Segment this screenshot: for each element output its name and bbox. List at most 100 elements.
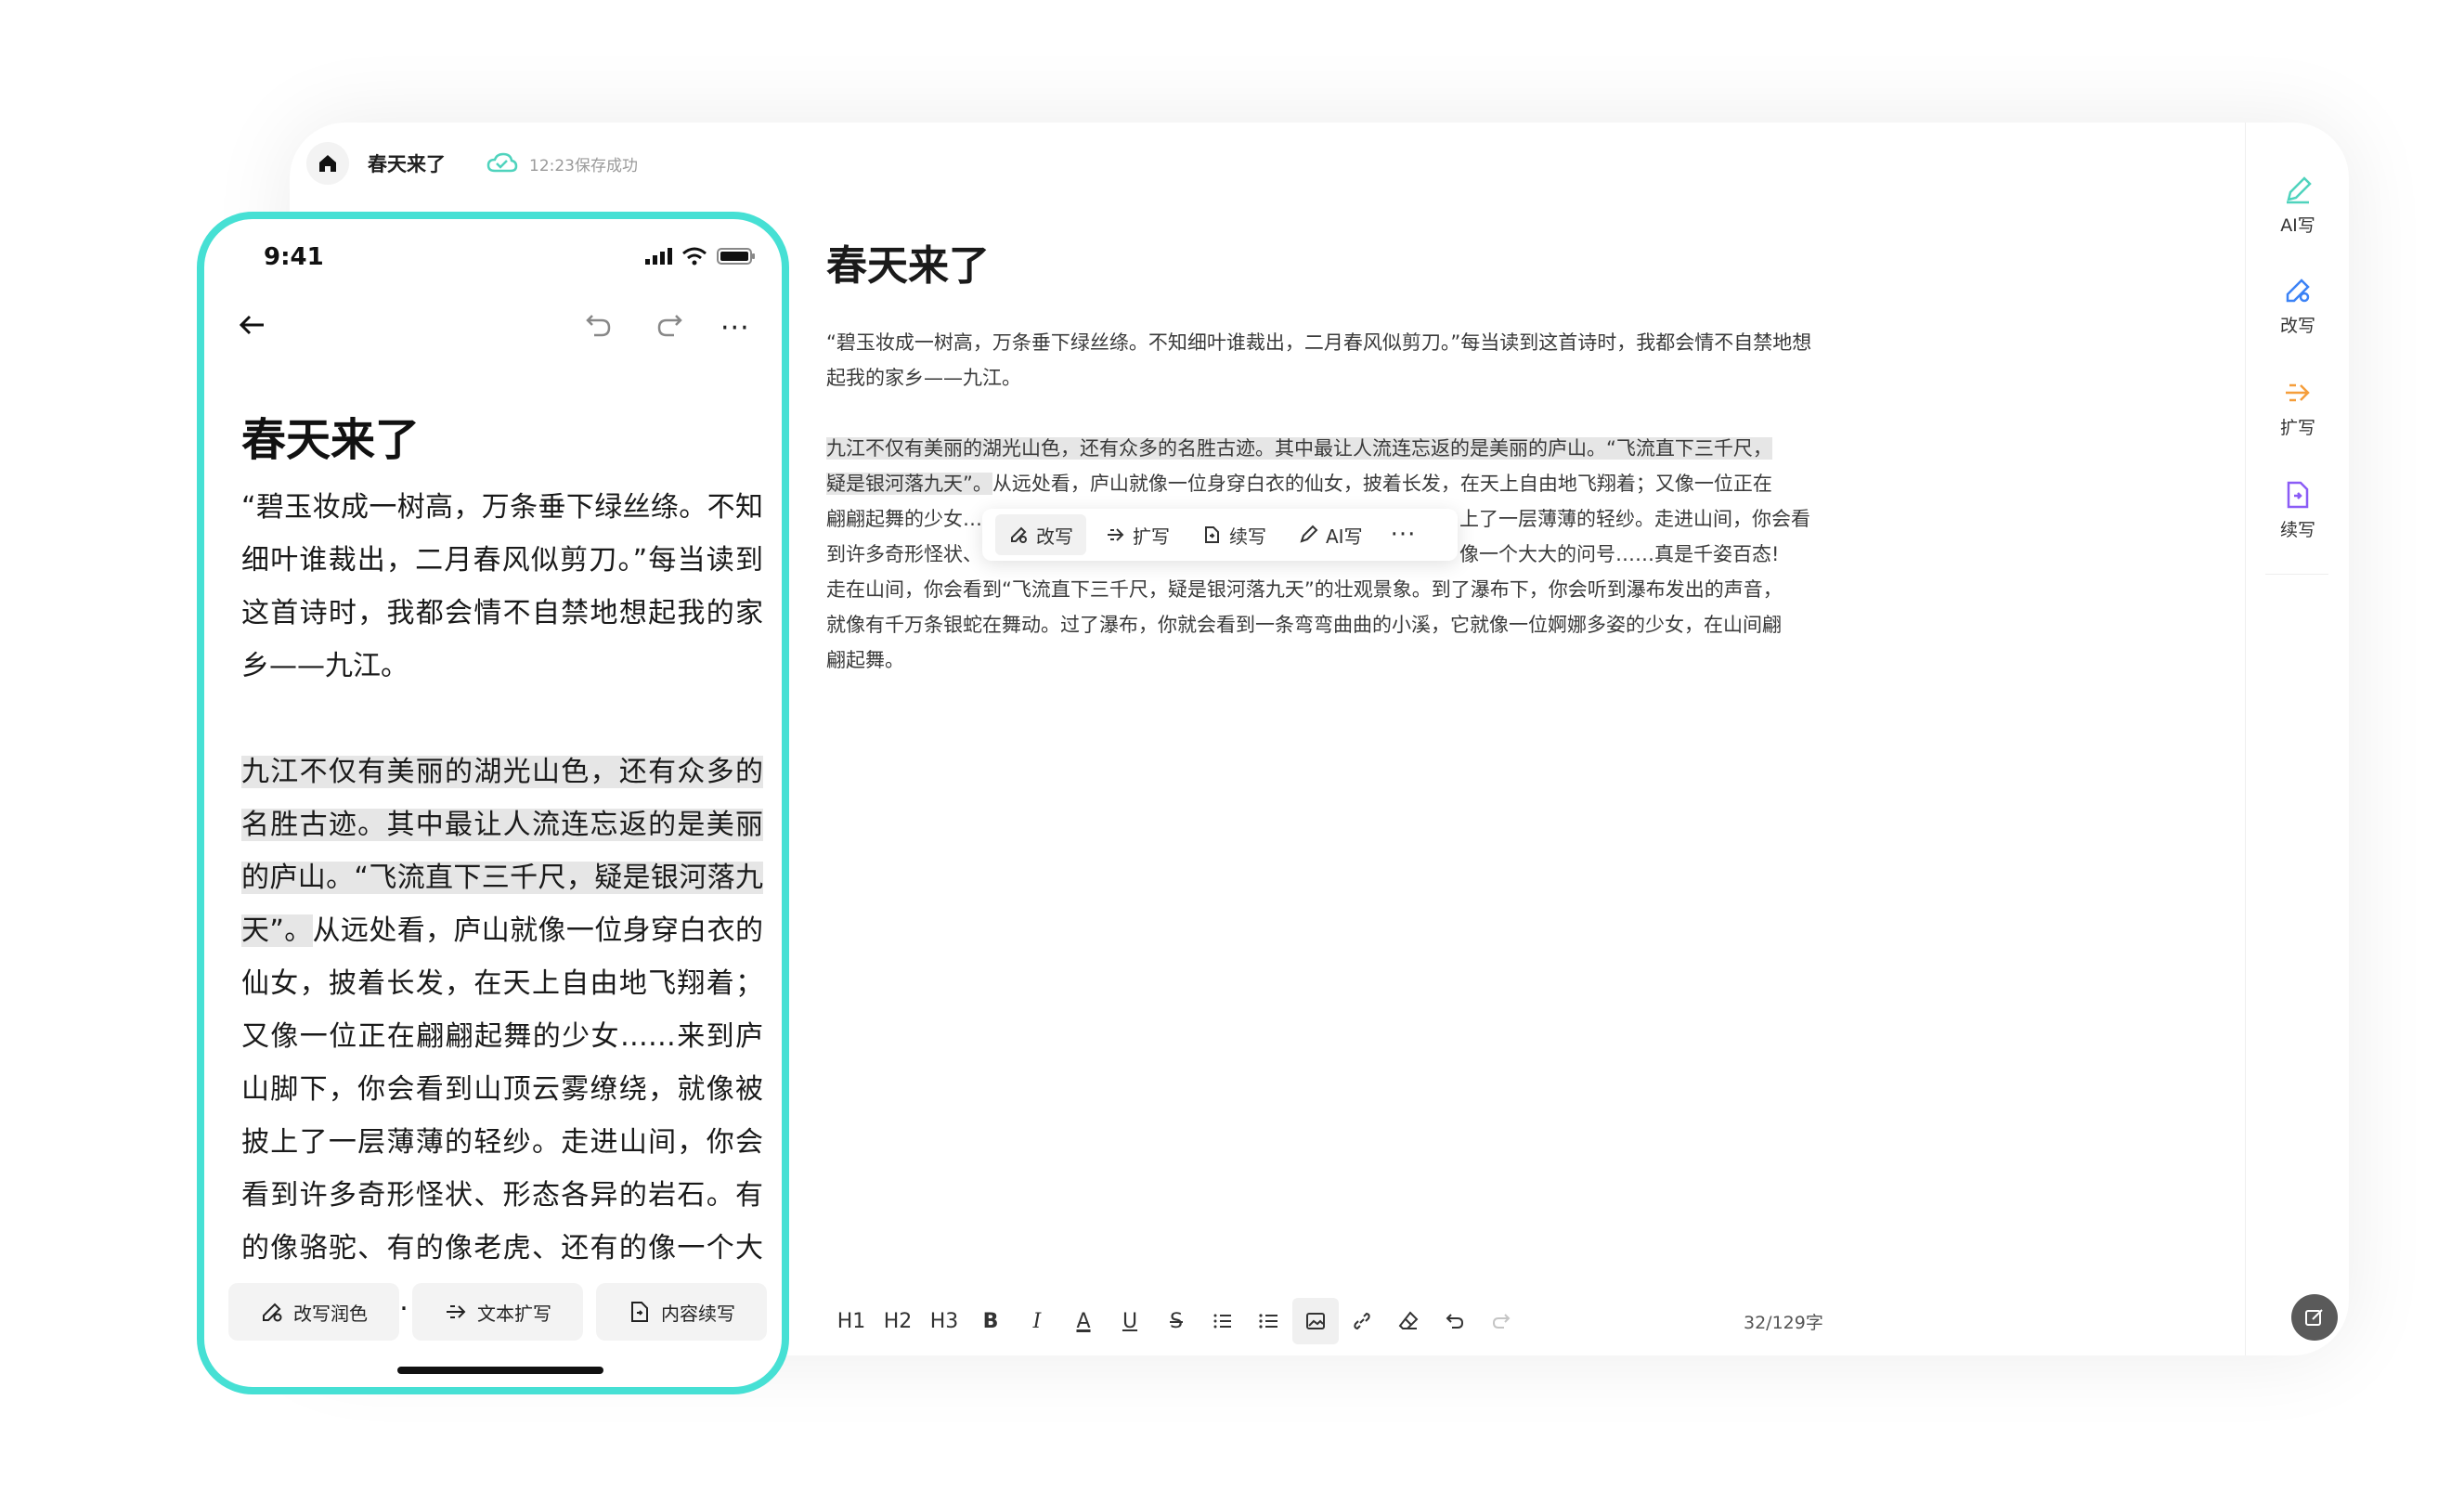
continue-icon xyxy=(631,1302,648,1322)
redo-icon[interactable] xyxy=(654,310,685,342)
selected-text: 疑是银河落九天”。 xyxy=(826,473,992,495)
expand-label: 扩写 xyxy=(2279,418,2315,438)
selection-toolbar: 改写 扩写 续写 AI写 ··· xyxy=(982,509,1458,561)
continue-tool[interactable]: 续写 xyxy=(2246,479,2350,541)
text-expand-label: 文本扩写 xyxy=(477,1302,551,1325)
text-span: 到许多奇形怪状、 xyxy=(826,543,982,565)
content-continue-button[interactable]: 内容续写 xyxy=(596,1283,767,1341)
eraser-icon xyxy=(1398,1311,1419,1329)
bold-button[interactable]: B xyxy=(967,1298,1014,1344)
polish-button[interactable]: 改写润色 xyxy=(228,1283,399,1341)
paragraph-line: 疑是银河落九天”。从远处看，庐山就像一位身穿白衣的仙女，披着长发，在天上自由地飞… xyxy=(826,466,1824,501)
text-span: 上了一层薄薄的轻纱。走进山间，你会看 xyxy=(1459,508,1810,530)
more-icon[interactable]: ··· xyxy=(720,312,750,344)
underline-button[interactable]: U xyxy=(1107,1298,1153,1344)
content-continue-label: 内容续写 xyxy=(661,1302,735,1325)
status-icons xyxy=(644,247,756,266)
undo-button[interactable] xyxy=(1432,1298,1478,1344)
text-span: 从远处看，庐山就像一位身穿白衣的仙女，披着长发，在天上自由地飞翔着；又像一位正在 xyxy=(992,473,1772,495)
paragraph-line: 走在山间，你会看到“飞流直下三千尺，疑是银河落九天”的壮观景象。到了瀑布下，你会… xyxy=(826,578,1783,601)
editor-heading[interactable]: 春天来了 xyxy=(826,232,990,292)
wifi-icon xyxy=(682,247,707,266)
battery-icon xyxy=(717,248,755,265)
expand-icon xyxy=(1108,528,1124,541)
cloud-icon xyxy=(486,152,518,175)
bullet-list-icon xyxy=(1259,1314,1277,1329)
rewrite-icon xyxy=(1011,526,1027,543)
paragraph: “碧玉妆成一树高，万条垂下绿丝绦。不知细叶谁裁出，二月春风似剪刀。”每当读到这首… xyxy=(241,491,763,682)
save-status: 12:23保存成功 xyxy=(529,156,638,175)
ordered-list-button[interactable] xyxy=(1200,1298,1246,1344)
home-icon xyxy=(319,155,336,172)
paragraph-line: 翩起舞。 xyxy=(826,649,904,671)
text-span: 从远处看，庐山就像一位身穿白衣的仙女，披着长发，在天上自由地飞翔着；又像一位正在… xyxy=(241,914,764,1317)
phone-ai-actions: 改写润色 文本扩写 内容续写 xyxy=(228,1283,767,1341)
edit-icon xyxy=(2305,1309,2323,1326)
continue-icon xyxy=(1205,526,1219,543)
text-span: 像一个大大的问号……真是千姿百态! xyxy=(1459,543,1780,565)
undo-icon[interactable] xyxy=(583,310,615,342)
polish-label: 改写润色 xyxy=(293,1302,368,1325)
continue-icon xyxy=(2287,481,2309,509)
eraser-button[interactable] xyxy=(1385,1298,1432,1344)
link-button[interactable] xyxy=(1339,1298,1385,1344)
word-count: 32/129字 xyxy=(1744,1313,1823,1333)
home-button[interactable] xyxy=(306,142,349,185)
rewrite-label: 改写 xyxy=(2279,316,2315,336)
ai-pen-icon xyxy=(1300,525,1318,543)
paragraph-line: 九江不仅有美丽的湖光山色，还有众多的名胜古迹。其中最让人流连忘返的是美丽的庐山。… xyxy=(826,431,1824,466)
ordered-list-icon xyxy=(1213,1314,1231,1329)
expand-tool[interactable]: 扩写 xyxy=(2246,377,2350,439)
ai-write-tool[interactable]: AI写 xyxy=(2246,175,2350,237)
continue-button[interactable]: 续写 xyxy=(1188,514,1279,555)
status-time: 9:41 xyxy=(264,243,324,271)
expand-icon xyxy=(447,1305,466,1318)
signal-icon xyxy=(645,248,672,265)
image-icon xyxy=(1306,1313,1325,1329)
expand-label: 扩写 xyxy=(1133,525,1170,548)
phone-mockup: 9:41 ··· 春天来了 “碧玉妆成一树高，万条垂下绿丝绦。不知细叶谁裁出，二… xyxy=(197,212,789,1394)
image-button[interactable] xyxy=(1292,1298,1339,1344)
ai-write-label: AI写 xyxy=(2280,215,2315,236)
ai-write-button[interactable]: AI写 xyxy=(1285,514,1376,555)
selected-text: 九江不仅有美丽的湖光山色，还有众多的名胜古迹。其中最让人流连忘返的是美丽的庐山。… xyxy=(826,437,1772,460)
heading1-button[interactable]: H1 xyxy=(828,1298,875,1344)
heading2-button[interactable]: H2 xyxy=(875,1298,921,1344)
redo-icon xyxy=(1492,1314,1511,1329)
paragraph: 九江不仅有美丽的湖光山色，还有众多的名胜古迹。其中最让人流连忘返的是美丽的庐山。… xyxy=(241,746,763,1328)
paragraph-line: 就像有千万条银蛇在舞动。过了瀑布，你就会看到一条弯弯曲曲的小溪，它就像一位婀娜多… xyxy=(826,614,1782,636)
rewrite-button[interactable]: 改写 xyxy=(995,514,1086,555)
strikethrough-button[interactable]: S xyxy=(1153,1298,1200,1344)
ai-pen-icon xyxy=(2287,176,2312,204)
continue-label: 续写 xyxy=(1229,525,1266,548)
text-span: 翩翩起舞的少女… xyxy=(826,508,982,530)
expand-icon xyxy=(2286,383,2310,402)
rewrite-tool[interactable]: 改写 xyxy=(2246,275,2350,337)
phone-doc-title: 春天来了 xyxy=(241,414,421,466)
text-color-button[interactable]: A xyxy=(1060,1298,1107,1344)
italic-button[interactable]: I xyxy=(1014,1298,1060,1344)
paragraph: “碧玉妆成一树高，万条垂下绿丝绦。不知细叶谁裁出，二月春风似剪刀。”每当读到这首… xyxy=(826,331,1812,389)
editor-content[interactable]: “碧玉妆成一树高，万条垂下绿丝绦。不知细叶谁裁出，二月春风似剪刀。”每当读到这首… xyxy=(826,325,1824,678)
panel-divider xyxy=(2265,574,2328,575)
document-title: 春天来了 xyxy=(368,153,446,175)
edit-fab-button[interactable] xyxy=(2291,1294,2338,1341)
link-icon xyxy=(1354,1312,1370,1330)
rewrite-icon xyxy=(2286,279,2310,303)
ai-write-label: AI写 xyxy=(1326,525,1363,548)
back-arrow-icon[interactable] xyxy=(236,308,269,342)
undo-icon xyxy=(1446,1314,1464,1329)
rewrite-icon xyxy=(263,1303,282,1322)
expand-button[interactable]: 扩写 xyxy=(1092,514,1183,555)
phone-doc-content[interactable]: “碧玉妆成一树高，万条垂下绿丝绦。不知细叶谁裁出，二月春风似剪刀。”每当读到这首… xyxy=(241,481,763,1328)
rewrite-label: 改写 xyxy=(1036,525,1073,548)
bullet-list-button[interactable] xyxy=(1246,1298,1292,1344)
editor-topbar: 春天来了 12:23保存成功 xyxy=(306,137,638,189)
redo-button[interactable] xyxy=(1478,1298,1524,1344)
ai-side-panel: AI写 改写 扩写 续写 xyxy=(2245,123,2349,1355)
more-icon[interactable]: ··· xyxy=(1381,521,1426,549)
heading3-button[interactable]: H3 xyxy=(921,1298,967,1344)
format-toolbar: H1 H2 H3 B I A U S xyxy=(828,1298,1524,1344)
home-indicator xyxy=(397,1367,603,1374)
text-expand-button[interactable]: 文本扩写 xyxy=(412,1283,583,1341)
